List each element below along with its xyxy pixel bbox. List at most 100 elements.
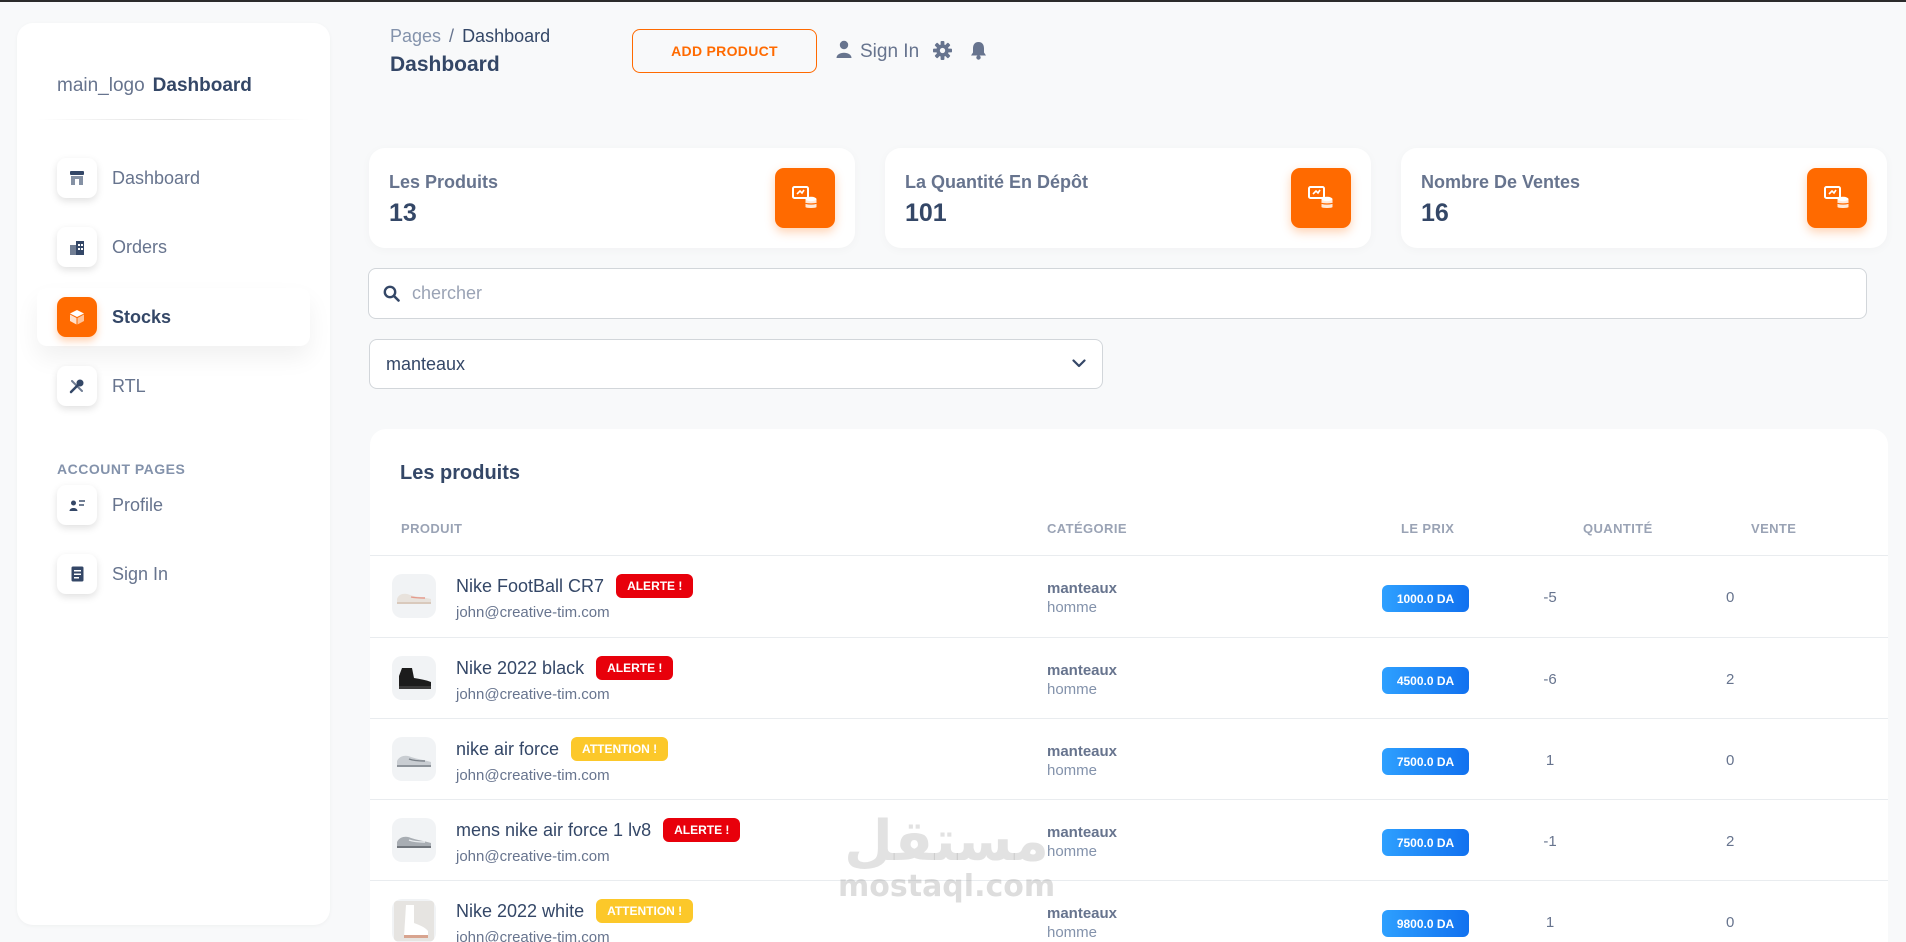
page-title: Dashboard xyxy=(390,53,500,76)
product-thumbnail xyxy=(392,899,436,942)
brand[interactable]: main_logo Dashboard xyxy=(57,75,252,97)
sidebar-item-label: Stocks xyxy=(112,306,172,327)
product-name: mens nike air force 1 lv8 xyxy=(456,820,652,840)
product-email: john@creative-tim.com xyxy=(456,929,610,942)
products-table-card: Les produits PRODUIT CATÉGORIE LE PRIX Q… xyxy=(370,429,1888,942)
product-category: manteaux xyxy=(1047,662,1118,679)
gear-icon[interactable] xyxy=(933,41,952,65)
search-input[interactable] xyxy=(412,283,1866,304)
product-thumbnail xyxy=(392,574,436,618)
stat-value: 101 xyxy=(905,199,947,227)
sidebar-item-label: Dashboard xyxy=(112,167,201,188)
product-category: manteaux xyxy=(1047,905,1118,922)
stock-warning-badge: ATTENTION ! xyxy=(596,899,694,923)
stat-label: Les Produits xyxy=(389,172,499,192)
product-email: john@creative-tim.com xyxy=(456,604,610,621)
product-name-cell: Nike 2022 black ALERTE ! xyxy=(456,656,674,680)
product-name: Nike 2022 black xyxy=(456,658,585,678)
column-header-vente: VENTE xyxy=(1751,521,1797,536)
product-thumbnail xyxy=(392,656,436,700)
product-subcategory: homme xyxy=(1047,599,1098,616)
product-email: john@creative-tim.com xyxy=(456,767,610,784)
product-subcategory: homme xyxy=(1047,843,1098,860)
user-icon xyxy=(836,40,852,64)
sidebar-item-label: Profile xyxy=(112,494,164,515)
header-signin-label: Sign In xyxy=(860,41,920,62)
sidebar-item-profile[interactable]: Profile xyxy=(37,476,310,534)
column-header-categorie: CATÉGORIE xyxy=(1047,521,1127,536)
stat-card-produits: Les Produits 13 xyxy=(369,148,855,248)
column-header-prix: LE PRIX xyxy=(1401,521,1455,536)
category-select[interactable]: manteaux xyxy=(369,339,1103,389)
product-subcategory: homme xyxy=(1047,924,1098,941)
stat-label: Nombre De Ventes xyxy=(1421,172,1581,192)
table-row[interactable]: nike air force ATTENTION ! john@creative-… xyxy=(370,718,1888,799)
stock-alert-badge: ALERTE ! xyxy=(663,818,741,842)
search-icon xyxy=(383,285,400,302)
price-badge: 7500.0 DA xyxy=(1382,829,1469,856)
product-name: nike air force xyxy=(456,739,560,759)
product-quantity: 1 xyxy=(1545,752,1555,769)
product-email: john@creative-tim.com xyxy=(456,686,610,703)
product-quantity: -1 xyxy=(1543,833,1557,850)
table-row[interactable]: mens nike air force 1 lv8 ALERTE ! john@c… xyxy=(370,799,1888,880)
product-quantity: 1 xyxy=(1545,914,1555,931)
product-thumbnail xyxy=(392,737,436,781)
account-pages-heading: ACCOUNT PAGES xyxy=(57,461,186,477)
sidebar-item-rtl[interactable]: RTL xyxy=(37,357,310,415)
breadcrumb-root[interactable]: Pages xyxy=(390,26,441,46)
breadcrumb: Pages / Dashboard xyxy=(390,26,550,47)
breadcrumb-current: Dashboard xyxy=(462,26,551,46)
sidebar: main_logo Dashboard Dashboard Orders Sto… xyxy=(17,23,330,925)
stat-label: La Quantité En Dépôt xyxy=(905,172,1089,192)
money-coins-icon xyxy=(1807,168,1867,228)
main-logo-image: main_logo xyxy=(57,75,145,96)
price-badge: 9800.0 DA xyxy=(1382,910,1469,937)
product-sales: 2 xyxy=(1726,671,1735,688)
header-signin-link[interactable]: Sign In xyxy=(836,40,919,64)
bell-icon[interactable] xyxy=(970,41,987,65)
add-product-button[interactable]: ADD PRODUCT xyxy=(632,29,817,73)
product-sales: 0 xyxy=(1726,914,1735,931)
stat-value: 13 xyxy=(389,199,417,227)
sidebar-item-label: Sign In xyxy=(112,563,169,584)
table-row[interactable]: Nike 2022 black ALERTE ! john@creative-ti… xyxy=(370,637,1888,718)
product-thumbnail xyxy=(392,818,436,862)
product-name-cell: mens nike air force 1 lv8 ALERTE ! xyxy=(456,818,741,842)
price-badge: 1000.0 DA xyxy=(1382,585,1469,612)
product-email: john@creative-tim.com xyxy=(456,848,610,865)
product-subcategory: homme xyxy=(1047,681,1098,698)
product-subcategory: homme xyxy=(1047,762,1098,779)
profile-icon xyxy=(57,485,97,525)
column-header-quantite: QUANTITÉ xyxy=(1583,521,1653,536)
column-header-produit: PRODUIT xyxy=(401,521,463,536)
product-sales: 0 xyxy=(1726,752,1735,769)
sidebar-item-signin[interactable]: Sign In xyxy=(37,545,310,603)
price-badge: 7500.0 DA xyxy=(1382,748,1469,775)
product-category: manteaux xyxy=(1047,824,1118,841)
table-row[interactable]: Nike FootBall CR7 ALERTE ! john@creative-… xyxy=(370,555,1888,636)
product-sales: 0 xyxy=(1726,589,1735,606)
money-coins-icon xyxy=(1291,168,1351,228)
product-quantity: -5 xyxy=(1543,589,1557,606)
stock-alert-badge: ALERTE ! xyxy=(596,656,674,680)
box-icon xyxy=(57,297,97,337)
chevron-down-icon xyxy=(1072,355,1086,373)
shop-icon xyxy=(57,158,97,198)
document-icon xyxy=(57,554,97,594)
sidebar-item-orders[interactable]: Orders xyxy=(37,218,310,276)
product-name-cell: nike air force ATTENTION ! xyxy=(456,737,669,761)
stock-warning-badge: ATTENTION ! xyxy=(571,737,669,761)
price-badge: 4500.0 DA xyxy=(1382,667,1469,694)
breadcrumb-separator: / xyxy=(449,26,455,46)
category-select-value: manteaux xyxy=(386,353,466,374)
sidebar-item-dashboard[interactable]: Dashboard xyxy=(37,149,310,207)
product-category: manteaux xyxy=(1047,743,1118,760)
sidebar-item-stocks[interactable]: Stocks xyxy=(37,288,310,346)
product-category: manteaux xyxy=(1047,580,1118,597)
table-row[interactable]: Nike 2022 white ATTENTION ! john@creative… xyxy=(370,880,1888,942)
money-coins-icon xyxy=(775,168,835,228)
product-name: Nike FootBall CR7 xyxy=(456,576,605,596)
brand-name: Dashboard xyxy=(152,75,252,96)
table-title: Les produits xyxy=(400,462,521,484)
